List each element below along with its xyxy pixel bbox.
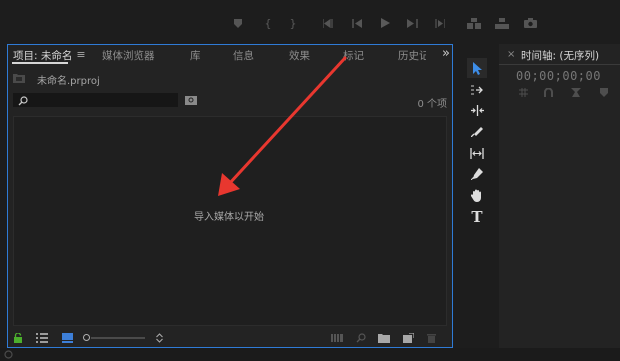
slip-tool[interactable] — [467, 143, 487, 163]
search-icon — [17, 95, 28, 106]
ripple-edit-tool[interactable] — [467, 100, 487, 120]
timeline-panel: × 时间轴: (无序列) 00;00;00;00 — [499, 44, 620, 348]
close-icon[interactable]: × — [507, 49, 515, 60]
tab-info[interactable]: 信息 — [233, 48, 254, 63]
zoom-slider-handle[interactable] — [83, 334, 90, 341]
snap-icon[interactable] — [543, 87, 553, 97]
insert-nest-icon[interactable] — [518, 87, 528, 97]
icon-view-icon[interactable] — [60, 332, 74, 344]
zoom-slider-track — [91, 337, 145, 339]
new-bin-icon[interactable] — [377, 332, 391, 344]
list-view-icon[interactable] — [35, 332, 49, 344]
sort-icon[interactable] — [154, 332, 164, 344]
step-back-icon[interactable] — [350, 16, 364, 30]
new-search-bin-icon[interactable] — [184, 94, 198, 106]
razor-tool[interactable] — [467, 121, 487, 141]
status-bar — [0, 348, 620, 361]
trash-icon[interactable] — [425, 332, 437, 344]
active-tab-underline — [12, 62, 68, 64]
tab-project[interactable]: 项目: 未命名 — [13, 48, 72, 63]
tab-libraries[interactable]: 库 — [190, 48, 201, 63]
new-item-icon[interactable] — [401, 332, 415, 344]
project-file-icon — [12, 72, 26, 84]
project-panel: 项目: 未命名 ≡ 媒体浏览器 库 信息 效果 标记 历史记 » 未命名.prp… — [7, 44, 453, 348]
step-forward-icon[interactable] — [405, 16, 419, 30]
play-icon[interactable] — [378, 16, 392, 30]
timeline-title[interactable]: 时间轴: (无序列) — [521, 48, 599, 63]
status-icon — [3, 349, 14, 360]
project-file-name: 未命名.prproj — [37, 76, 100, 87]
add-marker-icon[interactable] — [599, 87, 609, 97]
project-content-area[interactable]: 导入媒体以开始 — [13, 116, 447, 326]
timeline-timecode[interactable]: 00;00;00;00 — [516, 69, 601, 83]
hand-tool[interactable] — [467, 185, 487, 205]
mark-out-icon[interactable]: } — [288, 16, 298, 30]
camera-icon[interactable] — [522, 16, 538, 30]
go-to-in-icon[interactable] — [322, 16, 336, 30]
tools-panel: T — [462, 52, 492, 238]
project-panel-tabs: 项目: 未命名 ≡ 媒体浏览器 库 信息 效果 标记 历史记 » — [8, 45, 452, 64]
type-tool[interactable]: T — [467, 207, 487, 227]
lift-icon[interactable] — [466, 16, 482, 30]
marker-icon[interactable] — [233, 18, 243, 28]
lock-icon[interactable] — [13, 332, 23, 344]
zoom-slider[interactable] — [83, 333, 145, 343]
empty-state-message: 导入媒体以开始 — [194, 212, 264, 223]
track-select-tool[interactable] — [467, 80, 487, 100]
project-bottom-toolbar — [8, 328, 452, 347]
linked-selection-icon[interactable] — [571, 87, 581, 97]
automate-to-sequence-icon[interactable] — [330, 333, 344, 343]
extract-icon[interactable] — [494, 16, 510, 30]
item-count: 0 个项 — [417, 99, 447, 110]
mark-in-icon[interactable]: { — [263, 16, 273, 30]
find-icon[interactable] — [355, 332, 367, 344]
pen-tool[interactable] — [467, 164, 487, 184]
project-search-input[interactable] — [13, 93, 178, 107]
tabs-overflow-button[interactable]: » — [442, 46, 450, 61]
timeline-tab-divider — [499, 64, 620, 65]
panel-menu-icon[interactable]: ≡ — [76, 49, 86, 60]
transport-controls-bar: { } — [0, 0, 620, 44]
tab-effects[interactable]: 效果 — [289, 48, 310, 63]
tab-media-browser[interactable]: 媒体浏览器 — [102, 48, 155, 63]
go-to-out-icon[interactable] — [432, 16, 446, 30]
tab-markers[interactable]: 标记 — [343, 48, 364, 63]
selection-tool[interactable] — [467, 58, 487, 78]
tab-history[interactable]: 历史记 — [398, 48, 426, 63]
timeline-tab-bar: × 时间轴: (无序列) — [499, 44, 620, 65]
